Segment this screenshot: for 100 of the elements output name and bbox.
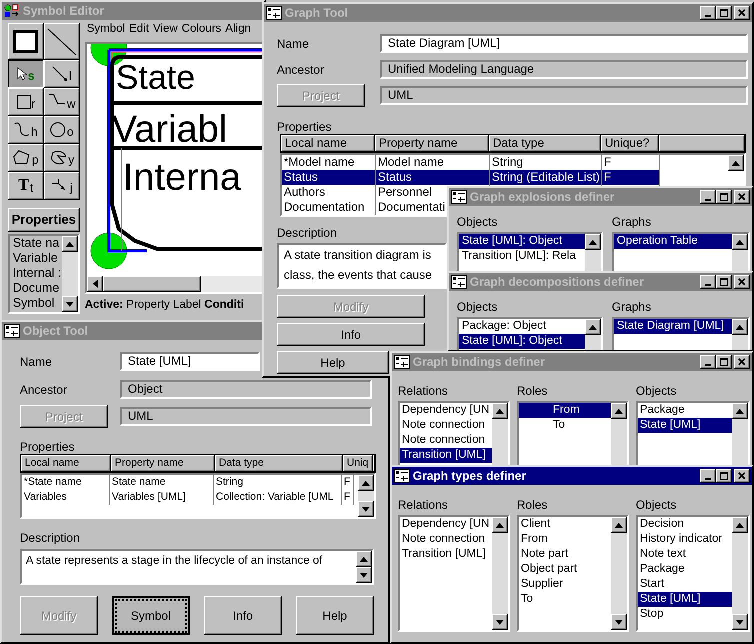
scroll-up-button[interactable] [356,551,372,567]
scroll-down-button[interactable] [492,614,508,630]
list-item[interactable]: Supplier [519,577,611,592]
close-button[interactable] [734,6,750,20]
scroll-down-button[interactable] [62,296,78,312]
column-header[interactable]: Property name [375,135,489,152]
handle[interactable] [90,232,128,270]
scroll-up-button[interactable] [732,403,748,419]
list-item[interactable]: State [UML] [638,418,732,433]
list-item[interactable]: Package [638,403,732,418]
list-item[interactable]: State na [13,236,62,251]
list-item[interactable]: Dependency [UN [400,403,492,418]
list-item[interactable]: Stop [638,607,732,622]
list-item[interactable]: Client [519,517,611,532]
scroll-up-button[interactable] [62,236,78,252]
close-button[interactable] [734,275,750,289]
tool-button[interactable] [8,23,44,60]
column-header[interactable]: Data type [489,135,601,152]
list-item[interactable]: History indicator [638,532,732,547]
list-item[interactable]: State Diagram [UML] [614,319,732,334]
list-item[interactable]: State [UML] [638,592,732,607]
tool-button[interactable]: o [44,116,80,144]
list-item[interactable]: State [UML]: Object [459,234,585,249]
list-item[interactable]: State [UML]: Object [459,334,585,349]
maximize-button[interactable] [716,190,732,204]
tool-button[interactable]: j [44,172,80,200]
list-item[interactable]: Docume [13,281,62,296]
minimize-button[interactable] [700,469,716,483]
list-item[interactable]: To [519,592,611,607]
list-item[interactable]: Dependency [UN [400,517,492,532]
scroll-up-button[interactable] [611,517,627,533]
list-item[interactable]: Object part [519,562,611,577]
list-item[interactable]: Transition [UML]: Rela [459,249,585,264]
tool-button[interactable]: w [44,88,80,116]
list-item[interactable]: Variable [13,251,62,266]
tool-button[interactable]: h [8,116,44,144]
scroll-down-button[interactable] [356,567,372,583]
tool-button[interactable]: r [8,88,44,116]
list-item[interactable]: From [519,532,611,547]
maximize-button[interactable] [716,275,732,289]
scroll-up-button[interactable] [492,403,508,419]
menu-item[interactable]: Colours [180,21,224,39]
tool-button[interactable]: y [44,144,80,172]
column-header[interactable]: Local name [281,135,375,152]
menu-item[interactable]: Align [224,21,254,39]
scroll-down-button[interactable] [732,614,748,630]
scroll-thumb[interactable] [103,276,201,292]
push-button[interactable]: Help [296,596,374,635]
push-button[interactable]: Help [277,351,389,374]
scroll-down-button[interactable] [611,614,627,630]
list-item[interactable]: Transition [UML] [400,448,492,463]
close-button[interactable] [734,190,750,204]
list-item[interactable]: Note part [519,547,611,562]
list-item[interactable]: Symbol [13,296,62,311]
push-button[interactable]: Info [204,596,282,635]
scroll-up-button[interactable] [585,234,601,250]
close-button[interactable] [734,469,750,483]
minimize-button[interactable] [700,355,716,369]
close-button[interactable] [734,355,750,369]
text-field[interactable]: UML [380,86,748,105]
list-item[interactable]: Note connection [400,532,492,547]
maximize-button[interactable] [716,355,732,369]
scroll-up-button[interactable] [611,403,627,419]
scroll-up-button[interactable] [728,155,744,171]
list-item[interactable]: Transition [UML] [400,547,492,562]
maximize-button[interactable] [716,469,732,483]
menu-item[interactable]: Symbol [85,21,128,39]
minimize-button[interactable] [700,275,716,289]
text-field[interactable]: Object [120,380,372,399]
column-header[interactable]: Local name [21,455,111,472]
scroll-left-button[interactable] [87,276,103,292]
column-header[interactable]: Unique? [601,135,659,152]
list-item[interactable]: Internal : [13,266,62,281]
scroll-up-button[interactable] [732,319,748,335]
list-item[interactable]: Note connection [400,433,492,448]
column-header[interactable] [659,135,745,152]
push-button[interactable]: Info [277,323,425,346]
tool-button[interactable]: l [44,60,80,88]
list-item[interactable]: Package [638,562,732,577]
scroll-up-button[interactable] [585,319,601,335]
scroll-up-button[interactable] [732,517,748,533]
list-item[interactable]: From [519,403,611,418]
menu-item[interactable]: View [151,21,180,39]
push-button[interactable]: Symbol [112,596,190,635]
text-field[interactable]: UML [120,407,372,426]
text-field[interactable]: Unified Modeling Language [380,60,748,79]
scroll-up-button[interactable] [358,475,374,491]
scroll-down-button[interactable] [358,501,374,517]
scroll-up-button[interactable] [732,234,748,250]
handle[interactable] [90,44,128,66]
menu-item[interactable]: Edit [127,21,152,39]
list-item[interactable]: Package: Object [459,319,585,334]
text-field[interactable]: State Diagram [UML] [380,34,748,53]
list-item[interactable]: Decision [638,517,732,532]
minimize-button[interactable] [700,190,716,204]
list-item[interactable]: Start [638,577,732,592]
column-header[interactable]: Property name [111,455,215,472]
maximize-button[interactable] [716,6,732,20]
list-item[interactable]: Note text [638,547,732,562]
tool-button[interactable] [44,23,80,60]
